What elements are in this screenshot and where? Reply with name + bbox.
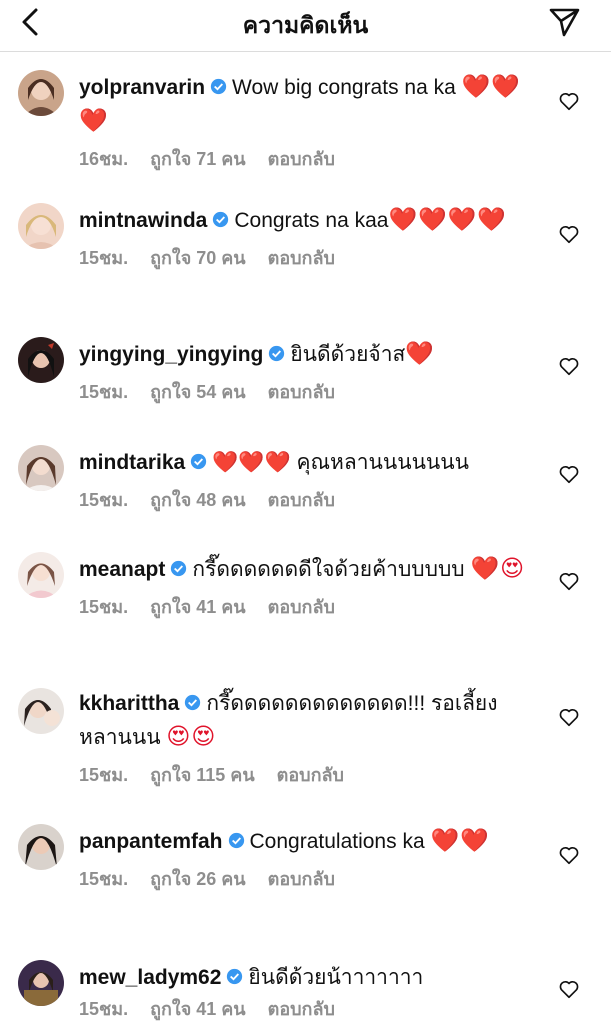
comment-text: yolpranvarin Wow big congrats na ka ❤️❤️❤… <box>79 70 529 138</box>
username[interactable]: mindtarika <box>79 451 185 474</box>
verified-badge-icon <box>210 78 227 95</box>
comment-text: yingying_yingying ยินดีด้วยจ้าส❤️ <box>79 337 529 371</box>
verified-badge-icon <box>227 968 243 985</box>
timestamp: 15ชม. <box>79 999 129 1019</box>
username[interactable]: meanapt <box>79 558 165 581</box>
avatar[interactable] <box>18 552 64 598</box>
reply-button[interactable]: ตอบกลับ <box>277 765 344 785</box>
timestamp: 16ชม. <box>79 149 129 169</box>
comment-body: Congrats na kaa <box>234 209 389 232</box>
header-bar: ความคิดเห็น <box>0 0 611 52</box>
reply-button[interactable]: ตอบกลับ <box>268 382 335 402</box>
likes-count[interactable]: ถูกใจ 71 คน <box>150 149 246 169</box>
reply-button[interactable]: ตอบกลับ <box>268 490 335 510</box>
avatar[interactable] <box>18 824 64 870</box>
likes-count[interactable]: ถูกใจ 54 คน <box>150 382 246 402</box>
comment-text: mintnawinda Congrats na kaa❤️❤️❤️❤️ <box>79 203 529 237</box>
likes-count[interactable]: ถูกใจ 41 คน <box>150 597 246 617</box>
heart-outline-icon[interactable] <box>558 90 580 112</box>
verified-badge-icon <box>228 832 244 849</box>
comment-emoji: 😍😍 <box>166 723 217 749</box>
heart-outline-icon[interactable] <box>558 844 580 866</box>
verified-badge-icon <box>191 453 207 470</box>
likes-count[interactable]: ถูกใจ 70 คน <box>150 248 246 268</box>
avatar[interactable] <box>18 688 64 734</box>
username[interactable]: mintnawinda <box>79 209 207 232</box>
verified-badge-icon <box>269 345 285 362</box>
paper-plane-icon[interactable] <box>546 4 582 40</box>
comment-meta: 15ชม. ถูกใจ 115 คน ตอบกลับ <box>79 760 529 789</box>
avatar[interactable] <box>18 70 64 116</box>
comment-meta: 15ชม. ถูกใจ 54 คน ตอบกลับ <box>79 377 529 406</box>
heart-outline-icon[interactable] <box>558 570 580 592</box>
heart-outline-icon[interactable] <box>558 223 580 245</box>
comment-text: mindtarika ❤️❤️❤️ คุณหลานนนนนนน <box>79 445 529 479</box>
comment-body: กรี๊ดดดดดดดีใจด้วยค้าบบบบบ <box>192 558 465 581</box>
avatar[interactable] <box>18 337 64 383</box>
avatar[interactable] <box>18 960 64 1006</box>
timestamp: 15ชม. <box>79 490 129 510</box>
comment-meta: 15ชม. ถูกใจ 48 คน ตอบกลับ <box>79 485 529 514</box>
comment-body: Congratulations ka <box>249 830 425 853</box>
likes-count[interactable]: ถูกใจ 115 คน <box>150 765 255 785</box>
username[interactable]: yolpranvarin <box>79 76 205 99</box>
avatar[interactable] <box>18 203 64 249</box>
verified-badge-icon <box>171 560 187 577</box>
reply-button[interactable]: ตอบกลับ <box>268 248 335 268</box>
reply-button[interactable]: ตอบกลับ <box>268 149 335 169</box>
heart-outline-icon[interactable] <box>558 978 580 1000</box>
avatar[interactable] <box>18 445 64 491</box>
comment-text: meanapt กรี๊ดดดดดดดีใจด้วยค้าบบบบบ ❤️😍 <box>79 552 529 586</box>
comment-text: panpantemfah Congratulations ka ❤️❤️ <box>79 824 529 858</box>
username[interactable]: kkharittha <box>79 692 179 715</box>
verified-badge-icon <box>185 694 201 711</box>
comment-emoji: ❤️ <box>405 340 435 366</box>
verified-badge-icon <box>213 211 229 228</box>
timestamp: 15ชม. <box>79 382 129 402</box>
likes-count[interactable]: ถูกใจ 48 คน <box>150 490 246 510</box>
comment-meta: 15ชม. ถูกใจ 41 คน ตอบกลับ <box>79 592 529 621</box>
comment-meta: 15ชม. ถูกใจ 41 คน ตอบกลับ <box>79 994 529 1023</box>
timestamp: 15ชม. <box>79 597 129 617</box>
comment-meta: 15ชม. ถูกใจ 26 คน ตอบกลับ <box>79 864 529 893</box>
comment-body: ❤️❤️❤️ คุณหลานนนนนนน <box>212 451 470 474</box>
heart-outline-icon[interactable] <box>558 355 580 377</box>
timestamp: 15ชม. <box>79 248 129 268</box>
comment-emoji: ❤️😍 <box>470 555 526 581</box>
comment-meta: 16ชม. ถูกใจ 71 คน ตอบกลับ <box>79 144 529 173</box>
page-title: ความคิดเห็น <box>242 12 369 38</box>
comment-text: kkharittha กรี๊ดดดดดดดดดดดดด!!! รอเลี้ยงห… <box>79 688 529 754</box>
reply-button[interactable]: ตอบกลับ <box>268 597 335 617</box>
comment-body: ยินดีด้วยจ้าส <box>290 343 406 366</box>
heart-outline-icon[interactable] <box>558 706 580 728</box>
reply-button[interactable]: ตอบกลับ <box>268 999 335 1019</box>
username[interactable]: panpantemfah <box>79 830 223 853</box>
comment-body: ยินดีด้วยน้าาาาาาา <box>248 966 424 989</box>
likes-count[interactable]: ถูกใจ 26 คน <box>150 869 246 889</box>
username[interactable]: yingying_yingying <box>79 343 263 366</box>
comment-text: mew_ladym62 ยินดีด้วยน้าาาาาาา <box>79 960 529 994</box>
reply-button[interactable]: ตอบกลับ <box>268 869 335 889</box>
comment-emoji: ❤️❤️ <box>430 827 490 853</box>
username[interactable]: mew_ladym62 <box>79 966 221 989</box>
timestamp: 15ชม. <box>79 869 129 889</box>
comment-meta: 15ชม. ถูกใจ 70 คน ตอบกลับ <box>79 243 529 272</box>
timestamp: 15ชม. <box>79 765 129 785</box>
likes-count[interactable]: ถูกใจ 41 คน <box>150 999 246 1019</box>
comment-emoji: ❤️❤️❤️❤️ <box>388 206 508 232</box>
comment-body: Wow big congrats na ka <box>232 76 456 99</box>
heart-outline-icon[interactable] <box>558 463 580 485</box>
